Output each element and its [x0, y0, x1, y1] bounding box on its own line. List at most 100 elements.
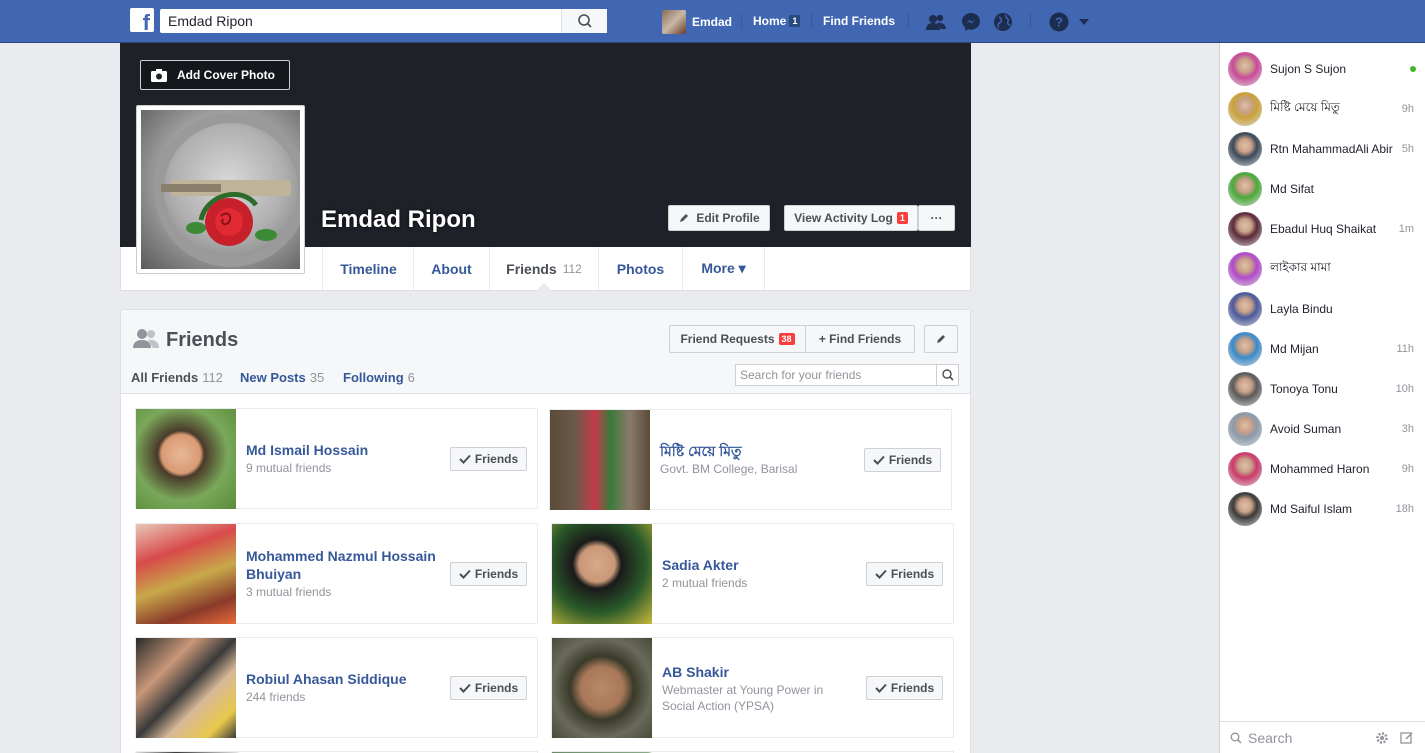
- friend-name[interactable]: Robiul Ahasan Siddique: [246, 670, 436, 688]
- friend-requests-icon[interactable]: [925, 11, 947, 33]
- find-friends-button[interactable]: + Find Friends: [805, 325, 915, 353]
- friend-name[interactable]: মিষ্টি মেয়ে মিতু: [660, 442, 850, 460]
- new-message-icon[interactable]: [1400, 731, 1414, 745]
- tab-about[interactable]: About: [413, 247, 489, 290]
- friends-status-button[interactable]: Friends: [864, 448, 941, 472]
- tab-more-label: More ▾: [701, 260, 746, 276]
- chat-contact-name: Sujon S Sujon: [1270, 62, 1347, 76]
- chat-contact-name: Ebadul Huq Shaikat: [1270, 222, 1377, 236]
- friend-photo[interactable]: [552, 524, 652, 624]
- account-menu-chevron-down-icon[interactable]: [1076, 11, 1098, 33]
- friends-status-button[interactable]: Friends: [450, 447, 527, 471]
- search-button[interactable]: [561, 9, 607, 33]
- edit-profile-button[interactable]: Edit Profile: [668, 205, 770, 231]
- friends-status-button[interactable]: Friends: [450, 676, 527, 700]
- nav-divider: [811, 13, 812, 29]
- subtab-following-count: 6: [407, 370, 415, 385]
- tab-about-label: About: [431, 260, 472, 277]
- chat-contact[interactable]: Layla Bindu: [1220, 289, 1425, 329]
- chat-sidebar: Sujon S Sujon মিষ্টি মেয়ে মিতু 9h Rtn Maha…: [1219, 43, 1425, 753]
- search-icon: [942, 369, 954, 381]
- tab-more[interactable]: More ▾: [682, 247, 765, 290]
- chat-contact-name: Md Saiful Islam: [1270, 502, 1353, 516]
- subtab-following-label: Following: [343, 370, 404, 385]
- pencil-icon: [937, 335, 945, 343]
- chat-last-active-time: 9h: [1401, 463, 1414, 475]
- friends-status-button[interactable]: Friends: [450, 562, 527, 586]
- activity-log-label: View Activity Log: [794, 211, 893, 225]
- gear-icon[interactable]: [1375, 731, 1389, 745]
- friends-button-label: Friends: [474, 567, 519, 581]
- nav-home-link[interactable]: Home 1: [753, 14, 801, 28]
- friends-status-button[interactable]: Friends: [866, 562, 943, 586]
- friend-card: Md Ismail Hossain 9 mutual friends Frien…: [135, 408, 538, 509]
- chat-last-active-time: 11h: [1396, 343, 1414, 355]
- chat-contact[interactable]: Rtn MahammadAli Abir 5h: [1220, 129, 1425, 169]
- friends-search-input[interactable]: [736, 365, 934, 385]
- friend-card: Mohammed Nazmul Hossain Bhuiyan 3 mutual…: [135, 523, 538, 624]
- chat-contact[interactable]: Sujon S Sujon: [1220, 49, 1425, 89]
- chat-search-input[interactable]: [1248, 729, 1368, 746]
- tab-timeline[interactable]: Timeline: [322, 247, 414, 290]
- chat-last-active-time: 18h: [1395, 503, 1414, 515]
- nav-profile-link[interactable]: Emdad: [662, 10, 732, 34]
- friend-requests-button[interactable]: Friend Requests 38: [669, 325, 806, 353]
- friends-button-label: Friends: [888, 453, 933, 467]
- nav-divider: [741, 13, 742, 29]
- chat-contact[interactable]: Md Mijan 11h: [1220, 329, 1425, 369]
- help-icon[interactable]: ?: [1048, 11, 1070, 33]
- add-cover-photo-button[interactable]: Add Cover Photo: [140, 60, 290, 90]
- subtab-all-friends[interactable]: All Friends 112: [131, 370, 223, 385]
- friend-subtitle: 3 mutual friends: [246, 585, 332, 599]
- subtab-following[interactable]: Following 6: [343, 370, 415, 385]
- avatar: [1228, 132, 1262, 166]
- chat-contact-name: Tonoya Tonu: [1270, 382, 1338, 396]
- tab-photos[interactable]: Photos: [598, 247, 682, 290]
- friend-photo[interactable]: [136, 409, 236, 509]
- subtab-all-friends-count: 112: [202, 370, 223, 385]
- friend-name[interactable]: AB Shakir: [662, 663, 852, 681]
- friend-photo[interactable]: [550, 410, 650, 510]
- friends-button-label: Friends: [474, 681, 519, 695]
- chat-contact[interactable]: Md Sifat: [1220, 169, 1425, 209]
- friends-button-label: Friends: [890, 681, 935, 695]
- friend-name[interactable]: Mohammed Nazmul Hossain Bhuiyan: [246, 547, 436, 583]
- chat-contact[interactable]: মিষ্টি মেয়ে মিতু 9h: [1220, 89, 1425, 129]
- friend-requests-badge: 38: [778, 333, 795, 345]
- friend-name[interactable]: Sadia Akter: [662, 556, 852, 574]
- friend-photo[interactable]: [136, 638, 236, 738]
- chat-contact[interactable]: Md Saiful Islam 18h: [1220, 489, 1425, 529]
- view-activity-log-button[interactable]: View Activity Log 1: [784, 205, 918, 231]
- friend-photo[interactable]: [136, 524, 236, 624]
- more-options-icon: ···: [930, 211, 943, 225]
- friends-panel: Friends Friend Requests 38 + Find Friend…: [120, 309, 971, 753]
- facebook-logo-icon[interactable]: f: [130, 8, 154, 32]
- chat-contact[interactable]: Mohammed Haron 9h: [1220, 449, 1425, 489]
- nav-find-friends-link[interactable]: Find Friends: [823, 14, 895, 28]
- friend-card: AB Shakir Webmaster at Young Power in So…: [551, 637, 954, 738]
- profile-picture[interactable]: [136, 105, 305, 274]
- subtab-new-posts[interactable]: New Posts 35: [240, 370, 324, 385]
- friend-name[interactable]: Md Ismail Hossain: [246, 441, 436, 459]
- chat-last-active-time: 9h: [1401, 103, 1414, 115]
- activity-log-badge: 1: [896, 212, 908, 224]
- friends-search-button[interactable]: [936, 365, 958, 385]
- active-tab-indicator: [536, 283, 552, 291]
- notifications-globe-icon[interactable]: [992, 11, 1014, 33]
- more-options-button[interactable]: ···: [918, 205, 955, 231]
- chat-contact[interactable]: লাইকার মামা: [1220, 249, 1425, 289]
- chat-contact[interactable]: Ebadul Huq Shaikat 1m: [1220, 209, 1425, 249]
- chat-contact-name: Layla Bindu: [1270, 302, 1333, 316]
- search-input[interactable]: [160, 9, 555, 33]
- checkmark-icon: [459, 569, 471, 579]
- friend-card: Robiul Ahasan Siddique 244 friends Frien…: [135, 637, 538, 738]
- chat-contact-name: লাইকার মামা: [1270, 260, 1331, 274]
- friends-status-button[interactable]: Friends: [866, 676, 943, 700]
- chat-contact-name: Rtn MahammadAli Abir: [1270, 142, 1393, 156]
- chat-contact[interactable]: Avoid Suman 3h: [1220, 409, 1425, 449]
- chat-contact[interactable]: Tonoya Tonu 10h: [1220, 369, 1425, 409]
- avatar: [1228, 172, 1262, 206]
- messenger-icon[interactable]: [960, 11, 982, 33]
- edit-friends-button[interactable]: [924, 325, 958, 353]
- friend-photo[interactable]: [552, 638, 652, 738]
